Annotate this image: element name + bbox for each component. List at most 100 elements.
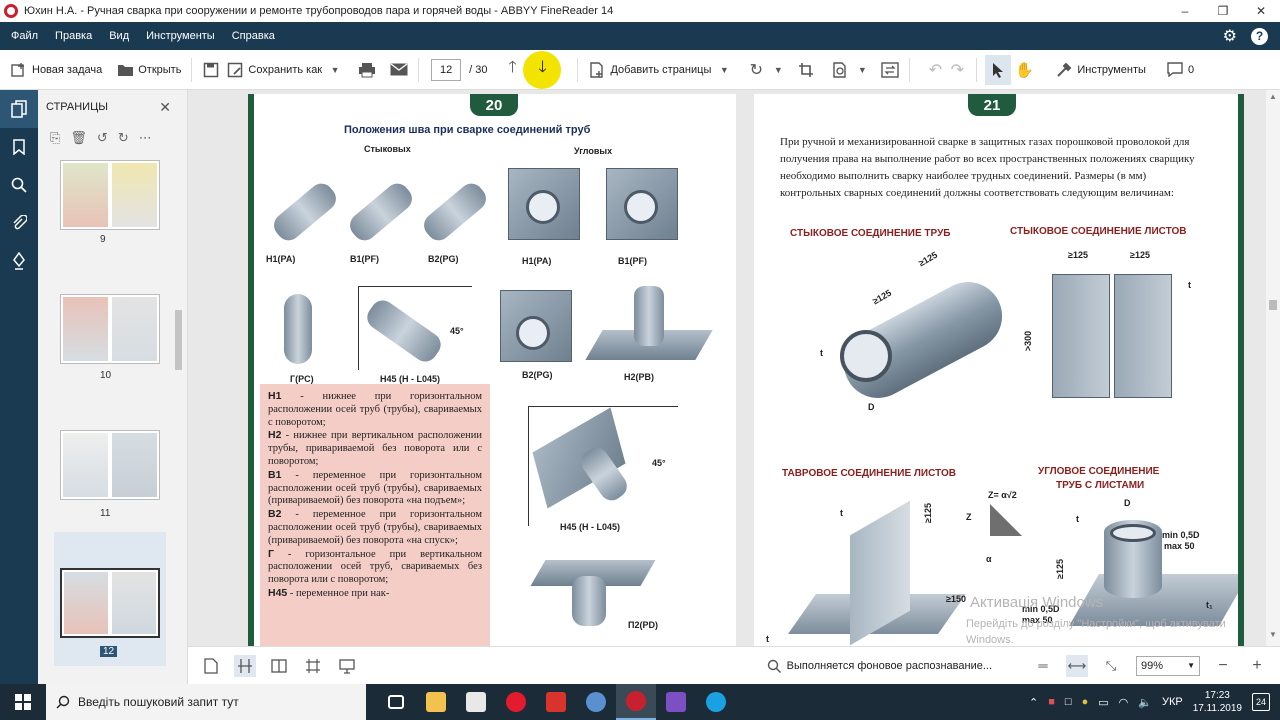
skype-icon[interactable] <box>696 684 736 720</box>
tools-icon <box>1055 61 1073 79</box>
tray-app-icon[interactable]: ■ <box>1048 696 1055 708</box>
position-label: H2(PB) <box>624 372 655 382</box>
save-as-button[interactable]: Сохранить как ▼ <box>226 55 344 85</box>
more-icon[interactable]: ⋯ <box>139 130 152 146</box>
attachment-icon[interactable] <box>0 204 38 242</box>
pages-scrollbar[interactable] <box>174 160 182 680</box>
plate-illustration <box>1114 274 1172 398</box>
taskbar-clock[interactable]: 17:23 17.11.2019 <box>1193 689 1242 715</box>
email-button[interactable] <box>390 55 408 85</box>
undo-button[interactable]: ↶ <box>926 55 944 85</box>
yandex-browser-icon[interactable] <box>536 684 576 720</box>
scroll-view-icon[interactable] <box>302 655 324 677</box>
new-task-label: Новая задача <box>32 63 103 76</box>
fit-screen-icon[interactable]: ⤡ <box>1100 655 1122 677</box>
menu-tools[interactable]: Инструменты <box>146 30 215 42</box>
page-thumbnail-9[interactable] <box>60 160 160 230</box>
compare-button[interactable] <box>881 55 900 85</box>
visual-studio-icon[interactable] <box>656 684 696 720</box>
two-page-view-icon[interactable] <box>268 655 290 677</box>
pages-panel-icon[interactable] <box>0 90 38 128</box>
paint-icon[interactable] <box>576 684 616 720</box>
tray-app-icon[interactable]: ● <box>1082 696 1089 708</box>
volume-icon[interactable]: 🔈 <box>1138 696 1152 709</box>
notification-center-icon[interactable]: 24 <box>1252 693 1270 711</box>
hand-tool-button[interactable]: ✋ <box>1015 55 1034 85</box>
scroll-thumb[interactable] <box>1269 300 1277 310</box>
minimize-button[interactable]: – <box>1166 0 1204 22</box>
task-view-icon[interactable] <box>376 684 416 720</box>
menu-file[interactable]: Файл <box>11 30 38 42</box>
rotate-left-icon[interactable]: ↺ <box>97 130 108 146</box>
zoom-out-width-icon[interactable]: ═ <box>1032 655 1054 677</box>
rotate-button[interactable]: ↻ ▼ <box>747 55 787 85</box>
settings-gear-icon[interactable]: ⚙ <box>1223 26 1237 46</box>
close-window-button[interactable]: ✕ <box>1242 0 1280 22</box>
windows-start-icon[interactable] <box>0 684 46 720</box>
new-task-button[interactable]: Новая задача <box>10 55 102 85</box>
zoom-in-icon[interactable]: + <box>1246 655 1268 677</box>
fit-width-icon[interactable]: ⟷ <box>1066 654 1088 677</box>
print-button[interactable] <box>358 55 376 85</box>
comment-icon <box>1166 61 1184 79</box>
scroll-thumb[interactable] <box>175 310 182 370</box>
trash-icon[interactable]: 🗑 <box>70 130 87 146</box>
image-tools-button[interactable]: ▼ <box>831 55 871 85</box>
single-page-view-icon[interactable] <box>200 655 222 677</box>
rotate-right-icon[interactable]: ↻ <box>118 130 129 146</box>
menu-edit[interactable]: Правка <box>55 30 92 42</box>
angle-label: 45° <box>450 326 464 336</box>
wifi-icon[interactable]: ◠ <box>1119 696 1129 709</box>
tray-app-icon[interactable]: □ <box>1065 696 1072 708</box>
taskbar-search-box[interactable]: Введіть пошуковий запит тут <box>46 684 366 720</box>
scroll-up-icon[interactable]: ▲ <box>1269 92 1277 101</box>
presentation-view-icon[interactable] <box>336 655 358 677</box>
file-explorer-icon[interactable] <box>416 684 456 720</box>
select-tool-button[interactable] <box>985 54 1012 85</box>
search-icon[interactable] <box>0 166 38 204</box>
menu-help[interactable]: Справка <box>232 30 275 42</box>
activation-watermark-title: Активація Windows <box>970 594 1104 611</box>
menu-view[interactable]: Вид <box>109 30 129 42</box>
save-button[interactable] <box>202 55 220 85</box>
battery-icon[interactable]: ▭ <box>1098 696 1108 709</box>
comments-button[interactable]: 0 <box>1166 55 1194 85</box>
opera-icon[interactable] <box>496 684 536 720</box>
clock-date: 17.11.2019 <box>1192 703 1242 714</box>
crop-button[interactable] <box>797 55 815 85</box>
page-number-input[interactable]: 12 <box>431 58 462 81</box>
save-as-icon <box>226 61 244 79</box>
tools-button[interactable]: Инструменты <box>1055 55 1146 85</box>
bookmark-icon[interactable] <box>0 128 38 166</box>
position-label: B2(PG) <box>522 370 553 380</box>
open-button[interactable]: Открыть <box>116 55 181 85</box>
input-language[interactable]: УКР <box>1162 696 1183 708</box>
signature-pen-icon[interactable] <box>0 242 38 280</box>
fit-page-view-icon[interactable] <box>234 654 256 677</box>
zoom-select[interactable]: 99% ▼ <box>1136 655 1200 676</box>
page-thumbnail-11[interactable] <box>60 430 160 500</box>
scroll-down-icon[interactable]: ▼ <box>1269 630 1277 639</box>
add-page-icon[interactable]: ⎘ <box>50 130 60 146</box>
close-panel-icon[interactable]: ✕ <box>159 99 171 116</box>
chevron-down-icon[interactable]: ▼ <box>715 61 733 79</box>
chevron-up-icon[interactable]: ⌃ <box>1029 696 1038 709</box>
store-icon[interactable] <box>456 684 496 720</box>
chevron-down-icon[interactable]: ▼ <box>853 61 871 79</box>
help-icon[interactable]: ? <box>1251 27 1268 45</box>
finereader-taskbar-icon[interactable] <box>616 684 656 720</box>
chevron-down-icon[interactable]: ▼ <box>326 61 344 79</box>
previous-page-button[interactable]: 🡑 <box>503 55 521 85</box>
redo-button[interactable]: ↷ <box>948 55 966 85</box>
next-page-button[interactable]: 🡓 <box>523 50 562 89</box>
document-viewer[interactable]: 20 Положения шва при сварке соединений т… <box>188 90 1280 646</box>
chevron-down-icon[interactable]: ▼ <box>769 61 787 79</box>
add-pages-button[interactable]: Добавить страницы ▼ <box>588 55 733 85</box>
zoom-out-icon[interactable]: − <box>1212 655 1234 677</box>
pipe-end-illustration <box>526 190 560 224</box>
page-thumbnail-12[interactable] <box>60 568 160 638</box>
pages-panel: СТРАНИЦЫ ✕ ⎘ 🗑 ↺ ↻ ⋯ 9 10 11 12 <box>38 90 188 684</box>
restore-button[interactable]: ❐ <box>1204 0 1242 22</box>
page-thumbnail-10[interactable] <box>60 294 160 364</box>
viewer-scrollbar[interactable]: ▲ ▼ <box>1266 90 1280 646</box>
